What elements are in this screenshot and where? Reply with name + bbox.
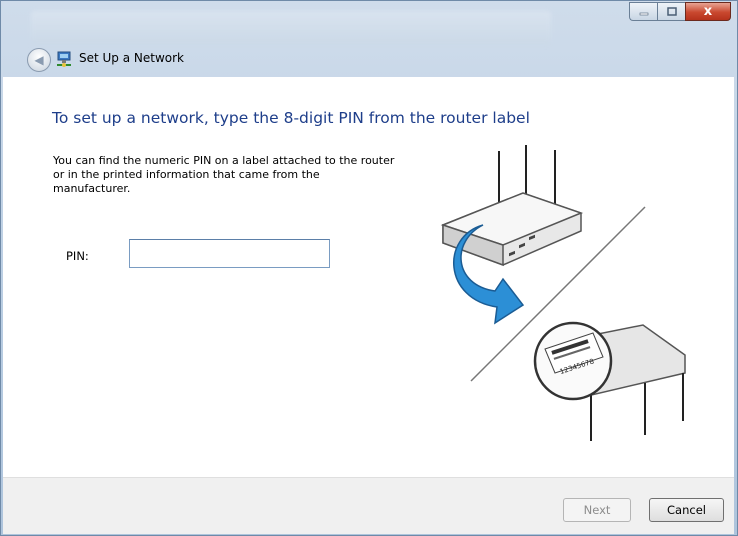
window-title: Set Up a Network (79, 51, 185, 65)
next-button-label: Next (583, 503, 611, 517)
pin-input[interactable] (129, 239, 330, 268)
router-illustration: 12345678 (440, 145, 686, 441)
pin-instructions: You can find the numeric PIN on a label … (53, 154, 395, 195)
footer-bar: Next Cancel (3, 477, 734, 534)
background-window-blur (31, 11, 551, 45)
navigation-row: ◀ Set Up a Network (1, 41, 737, 77)
back-button[interactable]: ◀ (27, 48, 51, 72)
wizard-window: x ◀ Set Up a Network To set up a network… (0, 0, 738, 536)
page-heading: To set up a network, type the 8-digit PI… (52, 109, 530, 127)
close-button[interactable]: x (685, 2, 731, 21)
cancel-button-label: Cancel (667, 503, 706, 517)
maximize-icon (666, 7, 677, 16)
content-area: To set up a network, type the 8-digit PI… (3, 77, 734, 477)
minimize-icon (639, 12, 648, 15)
router-icon (440, 145, 584, 267)
title-bar[interactable]: x (1, 1, 737, 45)
window-controls: x (629, 2, 731, 21)
router-label-icon: 12345678 (533, 321, 686, 441)
maximize-button[interactable] (657, 2, 685, 21)
next-button[interactable]: Next (563, 498, 631, 522)
network-icon (57, 51, 71, 67)
cancel-button[interactable]: Cancel (649, 498, 724, 522)
minimize-button[interactable] (629, 2, 657, 21)
close-icon: x (703, 4, 713, 19)
back-arrow-icon: ◀ (34, 53, 44, 67)
pin-label: PIN: (66, 249, 89, 263)
